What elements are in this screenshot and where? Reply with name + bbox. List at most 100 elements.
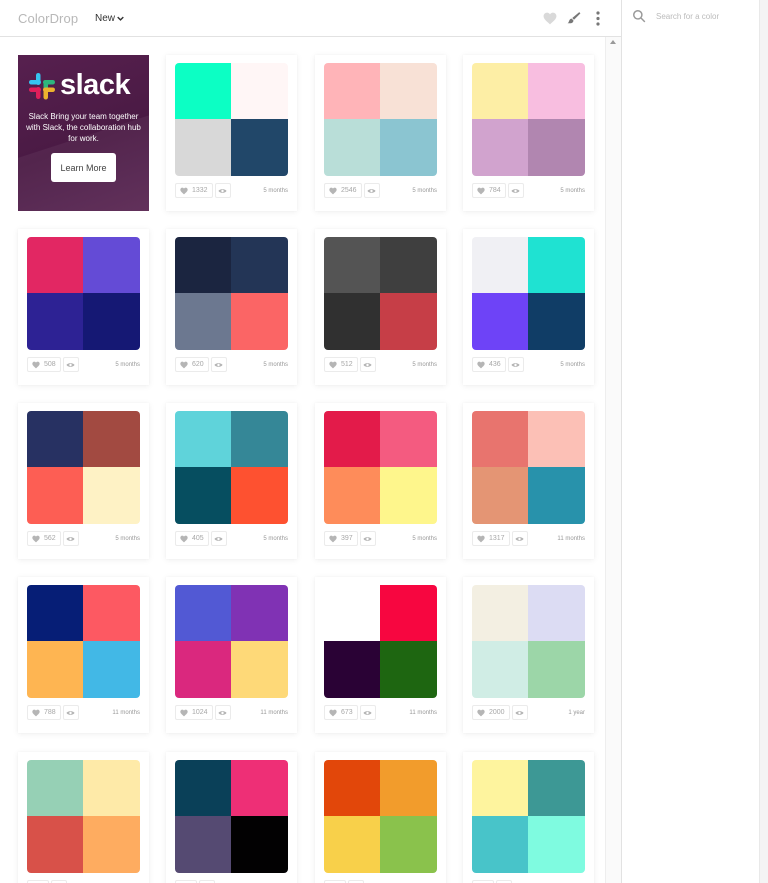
color-block[interactable] [528,816,585,873]
color-block[interactable] [27,585,83,641]
color-block[interactable] [231,641,288,698]
color-block[interactable] [27,293,83,350]
palette-swatch[interactable] [27,760,140,873]
palette-swatch[interactable] [472,585,585,698]
color-block[interactable] [380,293,437,350]
color-block[interactable] [83,293,140,350]
like-button[interactable]: 2546 [324,183,362,198]
palette-card[interactable]: 2000 1 year [463,577,594,733]
like-button[interactable]: 512 [324,357,358,372]
color-block[interactable] [231,63,288,119]
view-button[interactable] [62,705,79,720]
like-button[interactable]: 436 [472,357,506,372]
color-block[interactable] [231,411,288,467]
color-block[interactable] [231,237,288,293]
color-block[interactable] [324,63,380,119]
color-block[interactable] [380,411,437,467]
color-block[interactable] [83,237,140,293]
palette-swatch[interactable] [175,411,288,524]
color-block[interactable] [27,641,83,698]
color-block[interactable] [472,816,528,873]
heart-icon[interactable] [541,9,559,27]
color-block[interactable] [231,585,288,641]
view-button[interactable] [359,705,376,720]
palette-card[interactable]: 2546 5 months [315,55,446,211]
palette-swatch[interactable] [27,585,140,698]
color-block[interactable] [472,411,528,467]
color-block[interactable] [175,467,231,524]
palette-swatch[interactable] [324,237,437,350]
color-block[interactable] [528,237,585,293]
palette-swatch[interactable] [472,237,585,350]
color-block[interactable] [27,411,83,467]
color-block[interactable] [83,760,140,816]
view-button[interactable] [511,531,528,546]
color-block[interactable] [472,119,528,176]
color-block[interactable] [528,411,585,467]
like-button[interactable]: 397 [324,531,358,546]
feed-scrollbar[interactable] [605,37,621,883]
color-block[interactable] [175,760,231,816]
like-button[interactable]: 788 [27,705,61,720]
like-button[interactable]: 2000 [472,705,510,720]
palette-swatch[interactable] [175,585,288,698]
color-block[interactable] [324,641,380,698]
color-block[interactable] [472,641,528,698]
color-block[interactable] [83,816,140,873]
view-button[interactable] [62,357,79,372]
palette-card[interactable] [315,752,446,883]
palette-swatch[interactable] [324,585,437,698]
color-block[interactable] [528,63,585,119]
palette-card[interactable]: 1332 5 months [166,55,297,211]
view-button[interactable] [210,531,227,546]
view-button[interactable] [214,183,231,198]
palette-card[interactable] [18,752,149,883]
palette-swatch[interactable] [175,760,288,873]
brush-icon[interactable] [565,9,583,27]
color-block[interactable] [27,760,83,816]
color-block[interactable] [83,641,140,698]
like-button[interactable]: 784 [472,183,506,198]
palette-swatch[interactable] [175,237,288,350]
palette-card[interactable]: 512 5 months [315,229,446,385]
palette-card[interactable]: 673 11 months [315,577,446,733]
scroll-up-arrow[interactable] [610,40,616,44]
color-block[interactable] [83,585,140,641]
palette-card[interactable]: 436 5 months [463,229,594,385]
slack-ad[interactable]: slack Slack Bring your team together wit… [18,55,149,211]
palette-card[interactable]: 1024 11 months [166,577,297,733]
color-block[interactable] [380,816,437,873]
like-button[interactable]: 508 [27,357,61,372]
view-button[interactable] [359,531,376,546]
like-button[interactable]: 1317 [472,531,510,546]
color-block[interactable] [175,816,231,873]
color-block[interactable] [528,760,585,816]
color-block[interactable] [528,585,585,641]
color-block[interactable] [231,467,288,524]
view-button[interactable] [62,531,79,546]
color-block[interactable] [528,293,585,350]
color-block[interactable] [175,119,231,176]
palette-swatch[interactable] [472,760,585,873]
color-block[interactable] [528,467,585,524]
view-button[interactable] [511,705,528,720]
view-button[interactable] [214,705,231,720]
palette-swatch[interactable] [175,63,288,176]
sort-dropdown[interactable]: New [95,13,124,24]
palette-card[interactable]: 508 5 months [18,229,149,385]
color-block[interactable] [83,467,140,524]
view-button[interactable] [507,357,524,372]
window-scrollbar[interactable] [759,0,768,883]
search-input[interactable] [656,11,746,21]
color-block[interactable] [380,585,437,641]
view-button[interactable] [363,183,380,198]
palette-card[interactable]: 620 5 months [166,229,297,385]
color-block[interactable] [175,641,231,698]
palette-card[interactable] [166,752,297,883]
color-block[interactable] [324,293,380,350]
like-button[interactable]: 1024 [175,705,213,720]
palette-card[interactable]: 562 5 months [18,403,149,559]
more-vertical-icon[interactable] [589,9,607,27]
color-block[interactable] [27,467,83,524]
color-block[interactable] [472,585,528,641]
